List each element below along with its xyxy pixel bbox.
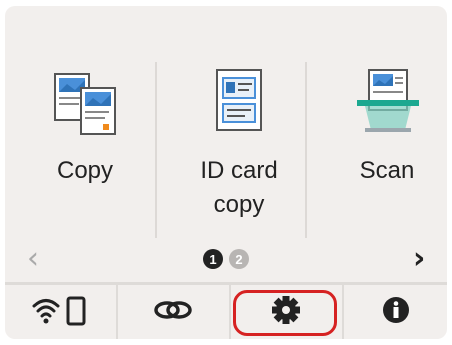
wireless-direct-button[interactable] — [5, 285, 115, 339]
scan-tile[interactable]: Scan — [327, 64, 447, 234]
page-dot-current: 1 — [203, 249, 223, 269]
wifi-phone-icon — [28, 292, 92, 333]
bottom-bar — [5, 285, 447, 339]
id-card-copy-label: ID card copy — [200, 157, 278, 218]
home-menu: Copy ID card copy Scan ‹ 1 2 › — [5, 6, 447, 274]
settings-highlight — [233, 290, 337, 336]
scan-label: Scan — [359, 157, 415, 184]
next-page-arrow[interactable]: › — [413, 244, 425, 274]
link-icon — [151, 295, 195, 330]
tile-separator — [305, 62, 307, 238]
copy-tile[interactable]: Copy — [25, 64, 145, 234]
prev-page-arrow[interactable]: ‹ — [27, 244, 39, 274]
id-card-copy-tile[interactable]: ID card copy — [179, 64, 299, 234]
page-dot-other[interactable]: 2 — [229, 249, 249, 269]
info-icon — [381, 295, 411, 330]
scan-icon — [347, 64, 427, 144]
tile-separator — [155, 62, 157, 238]
id-card-copy-icon — [199, 64, 279, 144]
copy-label: Copy — [56, 157, 114, 184]
connect-button[interactable] — [118, 285, 228, 339]
copy-icon — [45, 64, 125, 144]
info-button[interactable] — [344, 285, 447, 339]
page-indicator: 1 2 — [203, 249, 249, 269]
printer-screen: Copy ID card copy Scan ‹ 1 2 › — [5, 6, 447, 339]
